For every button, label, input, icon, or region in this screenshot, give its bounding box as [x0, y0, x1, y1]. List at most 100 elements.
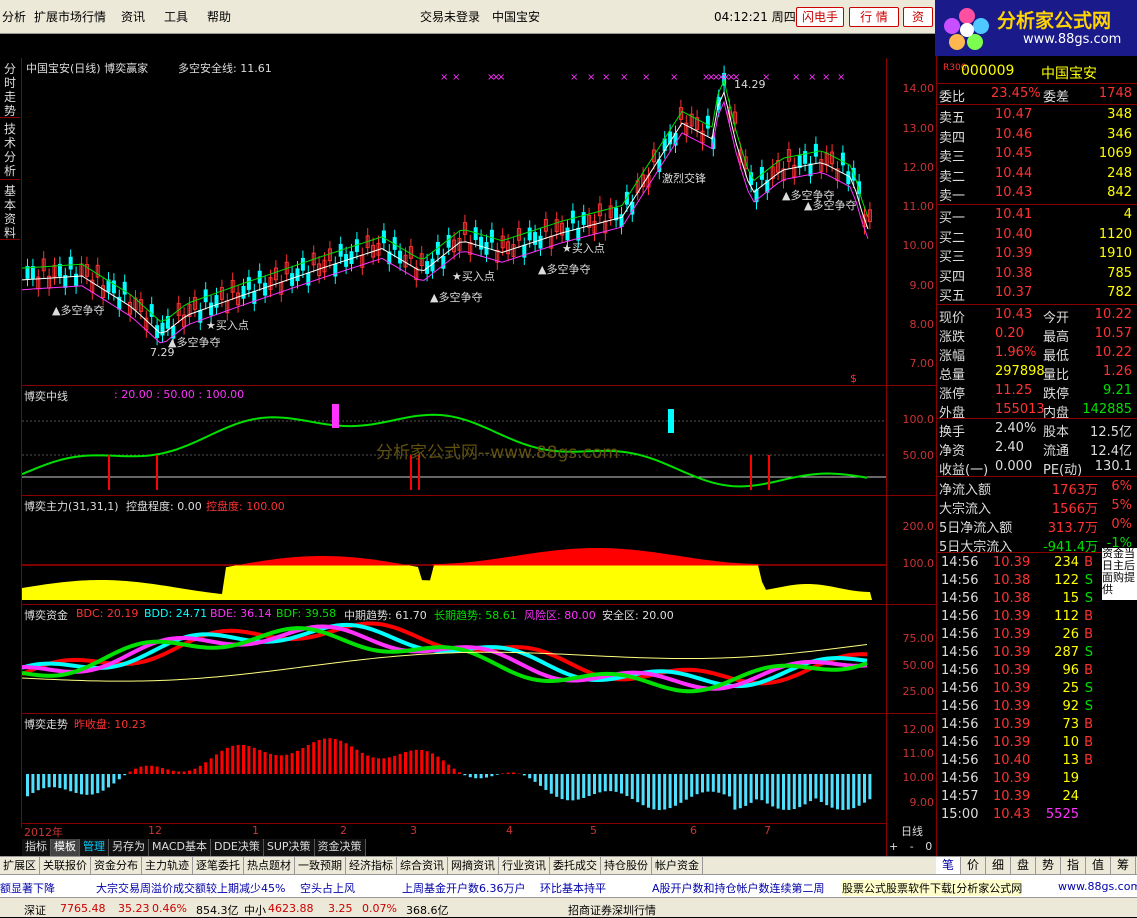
bottom-tab[interactable]: 主力轨迹 [142, 857, 193, 874]
tab-template[interactable]: 模板 [51, 839, 80, 856]
trend-bar [199, 766, 202, 774]
quote-button[interactable]: 行 情 [849, 7, 899, 27]
trend-bar [285, 755, 288, 774]
ytick: 14.00 [903, 82, 935, 95]
trend-bar [798, 774, 801, 807]
menu-help[interactable]: 帮助 [207, 8, 231, 25]
nav-tab-intraday[interactable]: 分时走势 [0, 58, 20, 118]
fierce-cross-label: 激烈交锋 [662, 170, 706, 186]
bid-row[interactable]: 买一10.414 [937, 206, 1137, 225]
right-tab[interactable]: 筹 [1111, 857, 1136, 874]
bottom-tab[interactable]: 持仓股份 [601, 857, 652, 874]
bottom-tab[interactable]: 一致预期 [295, 857, 346, 874]
right-tab[interactable]: 势 [1036, 857, 1061, 874]
bottom-tab[interactable]: 帐户资金 [652, 857, 703, 874]
trend-bar [42, 774, 45, 788]
signal-x-mark: × [620, 72, 628, 83]
tab-indicator[interactable]: 指标 [22, 839, 51, 856]
menu-tools[interactable]: 工具 [164, 8, 188, 25]
right-tab[interactable]: 值 [1086, 857, 1111, 874]
zoom-out-button[interactable]: - [910, 840, 914, 853]
trend-bar [463, 774, 466, 775]
ask-row[interactable]: 卖四10.46346 [937, 126, 1137, 145]
right-tab[interactable]: 细 [986, 857, 1011, 874]
bottom-tab[interactable]: 扩展区 [0, 857, 40, 874]
control-area-yellow [22, 565, 872, 600]
trend-bar [69, 774, 72, 791]
nav-tab-technical[interactable]: 技术分析 [0, 118, 20, 180]
bottom-tab[interactable]: 网摘资讯 [448, 857, 499, 874]
ask-row[interactable]: 卖三10.451069 [937, 145, 1137, 164]
nav-tab-fundamental[interactable]: 基本资料 [0, 180, 20, 240]
ask-row[interactable]: 卖五10.47348 [937, 106, 1137, 125]
signal-x-mark: × [570, 72, 578, 83]
ticker-item[interactable]: 空头占上风 [300, 880, 355, 896]
ask-row[interactable]: 卖二10.44248 [937, 165, 1137, 184]
bid-row[interactable]: 买二10.401120 [937, 226, 1137, 245]
right-tab[interactable]: 价 [961, 857, 986, 874]
side-fund-panel[interactable]: 资金当日主后面购提供 [1102, 548, 1137, 600]
main-title: 中国宝安(日线) 博奕赢家 [26, 60, 148, 76]
bid-row[interactable]: 买五10.37782 [937, 284, 1137, 303]
trend-bar [53, 774, 56, 787]
tab-macd[interactable]: MACD基本 [149, 839, 211, 856]
stat-row: 涨幅1.96%最低10.22 [937, 344, 1137, 363]
bottom-tab[interactable]: 经济指标 [346, 857, 397, 874]
bottom-tab[interactable]: 关联报价 [40, 857, 91, 874]
zoom-in-button[interactable]: + [889, 840, 898, 853]
tab-manage[interactable]: 管理 [80, 839, 109, 856]
trend-bar [852, 774, 855, 808]
menu-analysis[interactable]: 分析 [2, 8, 26, 25]
trend-bar [404, 752, 407, 774]
info-button[interactable]: 资 [903, 7, 933, 27]
bottom-tab[interactable]: 委托成交 [550, 857, 601, 874]
bid-row[interactable]: 买三10.391910 [937, 245, 1137, 264]
tab-save-as[interactable]: 另存为 [109, 839, 149, 856]
panel3-control: 控盘度: 100.00 [206, 498, 285, 514]
right-tab[interactable]: 笔 [936, 857, 961, 874]
bottom-tab[interactable]: 资金分布 [91, 857, 142, 874]
tab-fund[interactable]: 资金决策 [315, 839, 366, 856]
trend-bar [123, 774, 126, 775]
ticker-item[interactable]: 额显著下降 [0, 880, 55, 896]
bottom-tab[interactable]: 逐笔委托 [193, 857, 244, 874]
signal-bar [668, 409, 674, 433]
tab-sup[interactable]: SUP决策 [264, 839, 315, 856]
menu-news[interactable]: 资讯 [121, 8, 145, 25]
trend-bar [75, 774, 78, 793]
bottom-tab[interactable]: 热点题材 [244, 857, 295, 874]
ytick: 100.0 [903, 413, 935, 426]
right-tab[interactable]: 指 [1061, 857, 1086, 874]
candle-body [204, 290, 207, 302]
trend-bar [496, 774, 499, 775]
bottom-tab[interactable]: 行业资讯 [499, 857, 550, 874]
tick-row: 14:5610.3815S [937, 590, 1103, 609]
ticker-item[interactable]: A股开户数和持仓帐户数连续第二周 [652, 880, 825, 896]
status-sme-amount: 368.6亿 [406, 902, 449, 918]
flash-trade-button[interactable]: 闪电手 [796, 7, 844, 27]
candle-body [706, 116, 709, 128]
ticker-item[interactable]: 大宗交易周溢价成交额较上期减少45% [96, 880, 285, 896]
ticker-ad[interactable]: 股票公式股票软件下载[分析家公式网 [842, 880, 1022, 896]
tab-dde[interactable]: DDE决策 [211, 839, 264, 856]
ticker-item[interactable]: 环比基本持平 [540, 880, 606, 896]
ask-row[interactable]: 卖一10.43842 [937, 184, 1137, 203]
period-selector[interactable]: 日线 [889, 823, 935, 838]
ytick: 13.00 [903, 122, 935, 135]
bid-row[interactable]: 买四10.38785 [937, 265, 1137, 284]
signal-x-mark: × [497, 72, 505, 83]
trend-bar [636, 774, 639, 802]
ticker-url[interactable]: www.88gs.com [1058, 880, 1137, 893]
right-tab[interactable]: 盘 [1011, 857, 1036, 874]
news-ticker[interactable]: 额显著下降 大宗交易周溢价成交额较上期减少45% 空头占上风 上周基金开户数6.… [0, 874, 1137, 897]
trend-bar [188, 771, 191, 774]
ticker-item[interactable]: 上周基金开户数6.36万户 [402, 880, 526, 896]
trend-bar [134, 769, 137, 774]
menu-extended-market[interactable]: 扩展市场行情 [34, 8, 106, 25]
login-status[interactable]: 交易未登录 [420, 8, 480, 25]
zoom-reset-button[interactable]: 0 [925, 840, 932, 853]
risk-zone: 风险区: 80.00 [524, 607, 596, 623]
trend-bar [172, 771, 175, 774]
trend-bar [555, 774, 558, 797]
bottom-tab[interactable]: 综合资讯 [397, 857, 448, 874]
